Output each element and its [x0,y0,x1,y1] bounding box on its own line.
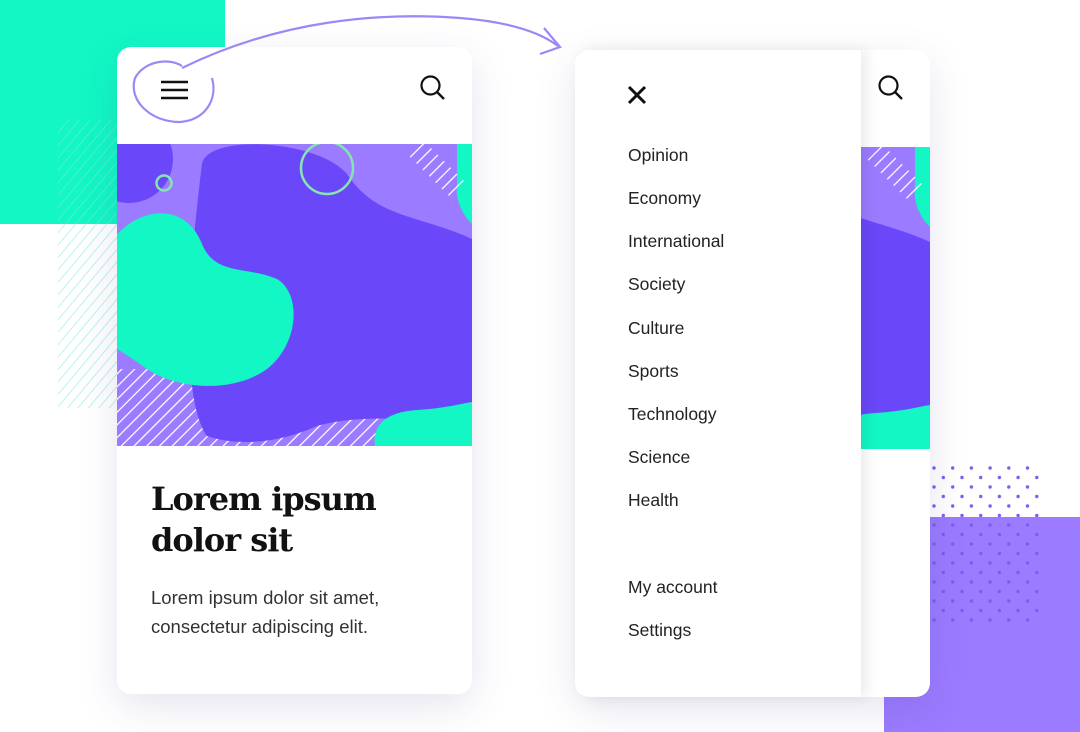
menu-item-science[interactable]: Science [628,447,690,468]
menu-item-opinion[interactable]: Opinion [628,145,688,166]
title-line: Lorem ipsum [151,480,377,518]
menu-item-my-account[interactable]: My account [628,577,717,598]
article-title[interactable]: Lorem ipsum dolor sit [151,479,431,561]
menu-item-economy[interactable]: Economy [628,188,701,209]
menu-item-culture[interactable]: Culture [628,318,684,339]
article-excerpt: Lorem ipsum dolor sit amet, consectetur a… [151,583,451,641]
teal-hatch-decoration [58,120,120,408]
menu-item-international[interactable]: International [628,231,724,252]
hero-image [117,115,472,446]
excerpt-line: consectetur adipiscing elit. [151,616,368,637]
navigation-drawer: Opinion Economy International Society Cu… [575,50,861,697]
phone-closed: Lorem ipsum dolor sit Lorem ipsum dolor s… [117,47,472,694]
menu-item-sports[interactable]: Sports [628,361,679,382]
menu-item-settings[interactable]: Settings [628,620,691,641]
menu-item-health[interactable]: Health [628,490,679,511]
menu-item-society[interactable]: Society [628,274,685,295]
title-line: dolor sit [151,521,293,559]
annotation-arrow [132,15,562,124]
menu-item-technology[interactable]: Technology [628,404,717,425]
dot-grid-decoration [930,465,1042,625]
excerpt-line: Lorem ipsum dolor sit amet, [151,587,380,608]
